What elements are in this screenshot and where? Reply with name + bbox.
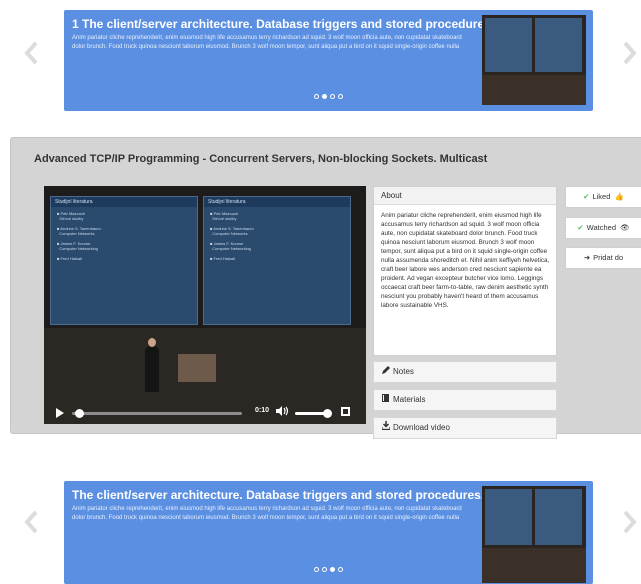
eye-icon: 👁 — [620, 223, 630, 232]
carousel-dot[interactable] — [338, 567, 343, 572]
carousel-title[interactable]: The client/server architecture. Database… — [72, 488, 484, 502]
thumbs-up-icon: 👍 — [614, 192, 624, 201]
page-title: Advanced TCP/IP Programming - Concurrent… — [34, 153, 488, 165]
volume-icon[interactable] — [276, 406, 290, 418]
check-icon: ✔ — [577, 223, 584, 232]
materials-label: Materials — [393, 395, 426, 404]
carousel-next-arrow-icon[interactable] — [617, 507, 641, 537]
liked-label: Liked — [592, 192, 611, 201]
carousel-top[interactable]: 1 The client/server architecture. Databa… — [64, 10, 593, 111]
about-heading[interactable]: About — [374, 187, 556, 205]
pencil-icon — [382, 362, 391, 382]
about-text: Anim pariatur cliche reprehenderit, enim… — [381, 212, 550, 309]
arrow-right-icon: ➜ — [583, 253, 591, 262]
carousel-description: Anim pariatur cliche reprehenderit, enim… — [72, 506, 462, 521]
download-label: Download video — [393, 423, 450, 432]
carousel-description: Anim pariatur cliche reprehenderit, enim… — [72, 35, 462, 50]
fullscreen-icon[interactable] — [341, 407, 350, 416]
carousel-dot[interactable] — [314, 567, 319, 572]
book-icon — [382, 390, 391, 410]
video-player[interactable]: Studijní literatura ■ Petr Mazouch Síťov… — [44, 186, 366, 424]
carousel-dot[interactable] — [314, 94, 319, 99]
watched-label: Watched — [586, 223, 616, 232]
notes-section[interactable]: Notes — [373, 361, 557, 383]
carousel-pagination — [64, 94, 593, 99]
carousel-prev-arrow-icon[interactable] — [18, 507, 44, 537]
play-icon[interactable] — [56, 408, 64, 418]
liked-button[interactable]: ✔ Liked 👍 — [565, 186, 641, 208]
carousel-next-arrow-icon[interactable] — [617, 38, 641, 68]
carousel-dot[interactable] — [322, 567, 327, 572]
materials-section[interactable]: Materials — [373, 389, 557, 411]
about-section: About Anim pariatur cliche reprehenderit… — [373, 186, 557, 356]
volume-handle[interactable] — [323, 409, 332, 418]
notes-label: Notes — [393, 367, 414, 376]
video-progress-bar[interactable] — [72, 409, 242, 418]
video-time: 0:10 — [255, 407, 270, 414]
video-slide-left: Studijní literatura ■ Petr Mazouch Síťov… — [50, 196, 198, 325]
carousel-prev-arrow-icon[interactable] — [18, 38, 44, 68]
volume-slider[interactable] — [295, 409, 332, 418]
download-icon — [381, 418, 391, 438]
carousel-bottom[interactable]: The client/server architecture. Database… — [64, 481, 593, 584]
carousel-dot[interactable] — [338, 94, 343, 99]
video-thumbnail[interactable] — [482, 15, 586, 105]
carousel-dot-active[interactable] — [322, 94, 327, 99]
carousel-dot[interactable] — [330, 94, 335, 99]
video-slide-right: Studijní literatura ■ Petr Mazouch Síťov… — [203, 196, 351, 325]
add-to-button[interactable]: ➜ Pridat do — [565, 247, 641, 269]
download-video-section[interactable]: Download video — [373, 417, 557, 439]
carousel-dot-active[interactable] — [330, 567, 335, 572]
carousel-pagination — [64, 567, 593, 572]
add-to-label: Pridat do — [593, 253, 624, 262]
video-controls: 0:10 — [44, 402, 366, 424]
progress-handle[interactable] — [74, 409, 84, 418]
check-icon: ✔ — [583, 192, 590, 201]
carousel-title[interactable]: 1 The client/server architecture. Databa… — [72, 17, 494, 31]
watched-button[interactable]: ✔ Watched 👁 — [565, 217, 641, 239]
